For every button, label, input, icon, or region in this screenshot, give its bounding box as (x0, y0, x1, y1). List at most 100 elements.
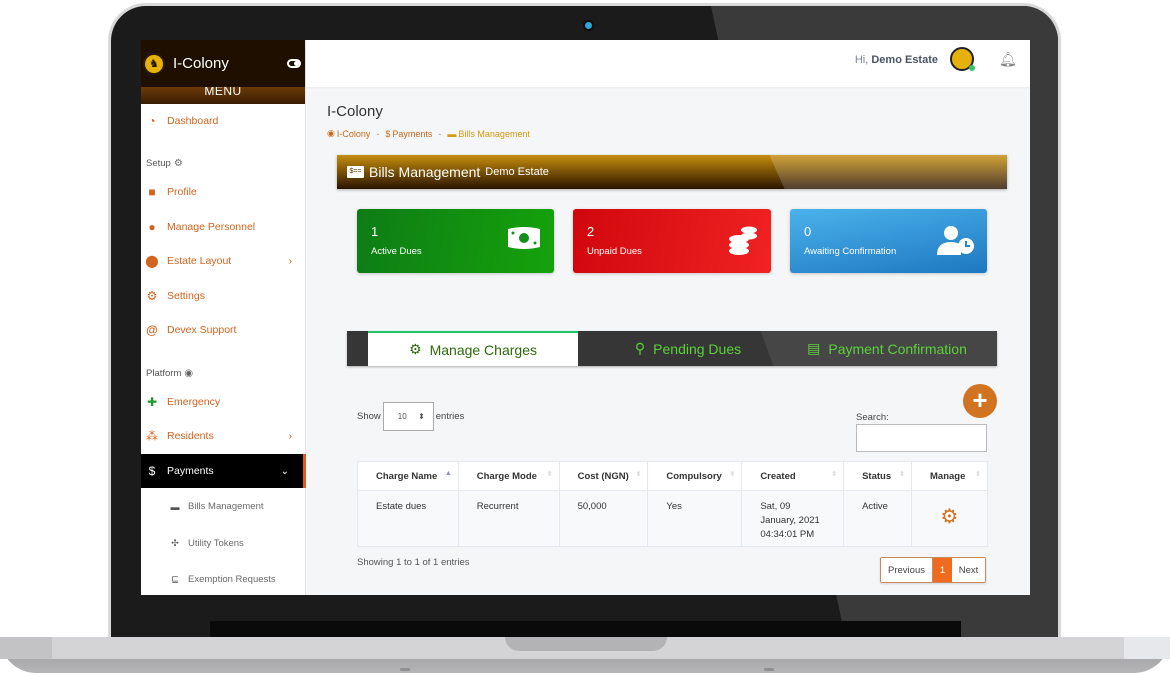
dashboard-icon: ◔ (148, 114, 156, 128)
previous-page-button[interactable]: Previous (881, 558, 933, 582)
sidebar-item-emergency[interactable]: ✚ Emergency (141, 391, 306, 413)
sidebar-subitem-label: Exemption Requests (188, 574, 276, 585)
section-setup: Setup ⚙ (146, 158, 183, 169)
greeting-text: Hi, (854, 54, 869, 66)
chevron-down-icon: ⌄ (280, 465, 289, 477)
page-length-select[interactable]: 10 ⬍ (382, 402, 434, 431)
breadcrumb: ◉ I-Colony - $ Payments - ▬ Bills Manage… (327, 128, 530, 139)
column-header-charge-mode[interactable]: Charge Mode ⬍ (457, 461, 560, 491)
stat-label: Unpaid Dues (587, 246, 642, 257)
table-header-row: Charge Name ▲ Charge Mode ⬍ Cost (NGN) ⬍ Co… (357, 461, 988, 491)
sidebar-item-profile[interactable]: ■ Profile (141, 181, 306, 203)
sort-icon: ⬍ (975, 471, 981, 478)
banner-title-text: Bills Management (369, 164, 481, 180)
topbar: Hi, Demo Estate 🔔︎ (306, 40, 1030, 87)
globe-icon: ◉ (184, 368, 194, 379)
sidebar-item-estate-layout[interactable]: ⬤ Estate Layout › (141, 250, 306, 272)
sort-icon: ⬍ (729, 471, 736, 478)
page-1-button[interactable]: 1 (933, 558, 952, 582)
laptop-base-left (0, 637, 52, 659)
user-greeting[interactable]: Hi, Demo Estate (855, 54, 938, 66)
add-charge-button[interactable]: + (963, 384, 997, 418)
column-label: Status (862, 470, 892, 482)
next-page-button[interactable]: Next (952, 558, 985, 582)
brand-logo: ♞ (143, 52, 165, 75)
cell-manage: ⚙ (911, 490, 988, 547)
sort-icon: ⬍ (635, 471, 642, 478)
page-title: I-Colony (327, 103, 383, 120)
credit-card-icon: ▤ (807, 340, 821, 356)
at-icon: @ (146, 323, 158, 337)
stat-value: 2 (587, 224, 595, 239)
sort-icon: ⬍ (831, 471, 838, 478)
breadcrumb-item[interactable]: ◉ I-Colony (327, 128, 370, 139)
hand-holding-dollar-icon: $ (385, 128, 391, 139)
column-header-status[interactable]: Status ⬍ (843, 461, 913, 491)
search-label: Search: (856, 412, 889, 423)
sort-asc-icon: ▲ (444, 470, 452, 477)
column-header-compulsory[interactable]: Compulsory ⬍ (647, 461, 743, 491)
ambulance-icon: ✚ (146, 395, 158, 409)
sidebar-item-label: Dashboard (167, 115, 219, 127)
sidebar-item-residents[interactable]: ⁂ Residents › (141, 425, 306, 447)
search-dollar-icon: ⚲ (634, 340, 646, 356)
sidebar-subitem-label: Utility Tokens (188, 538, 244, 549)
section-label: Platform (146, 368, 182, 379)
sidebar-item-label: Residents (167, 430, 214, 442)
created-date-line: Sat, 09 (760, 501, 791, 512)
sidebar-item-settings[interactable]: ⚙ Settings (141, 285, 306, 307)
stat-card-unpaid-dues[interactable]: 2 Unpaid Dues (573, 209, 771, 273)
sidebar-item-label: Estate Layout (167, 255, 232, 267)
sidebar-item-label: Settings (167, 290, 205, 302)
tab-payment-confirmation[interactable]: ▤ Payment Confirmation (777, 331, 997, 366)
coins-icon (727, 225, 759, 261)
stat-card-active-dues[interactable]: 1 Active Dues (357, 209, 554, 273)
money-bill-icon (506, 225, 542, 257)
cell-compulsory: Yes (647, 490, 743, 547)
map-marker-icon: ⬤ (145, 254, 159, 268)
gear-icon: ⚙ (146, 289, 158, 303)
sort-icon: ⬍ (546, 471, 553, 478)
column-header-cost[interactable]: Cost (NGN) ⬍ (558, 461, 649, 491)
breadcrumb-item[interactable]: $ Payments (385, 129, 432, 139)
sidebar-item-dashboard[interactable]: ◔ Dashboard (141, 110, 306, 132)
sidebar-subitem-exemption-requests[interactable]: ⊑ Exemption Requests (169, 574, 276, 585)
sidebar-subitem-bills-management[interactable]: ▬ Bills Management (169, 501, 264, 512)
user-name: Demo Estate (871, 54, 938, 66)
cell-created: Sat, 09 January, 2021 04:34:01 PM (741, 490, 845, 547)
tab-label: Pending Dues (653, 340, 742, 357)
gear-icon[interactable]: ⚙ (941, 506, 959, 528)
money-bill-icon: ▬ (447, 128, 457, 139)
column-label: Cost (NGN) (577, 470, 629, 482)
search-input[interactable] (856, 424, 987, 452)
sidebar-subitem-utility-tokens[interactable]: ✣ Utility Tokens (169, 538, 244, 549)
column-header-created[interactable]: Created ⬍ (741, 461, 845, 491)
cell-charge-mode: Recurrent (457, 490, 560, 547)
sidebar-toggle-icon[interactable] (287, 59, 301, 68)
table-row: Estate dues Recurrent 50,000 Yes Sat, 09… (357, 490, 988, 547)
briefcase-icon: ■ (148, 185, 156, 199)
column-header-manage[interactable]: Manage ⬍ (911, 461, 988, 491)
entries-label: entries (435, 411, 465, 422)
column-label: Manage (930, 470, 966, 482)
user-clock-icon (937, 225, 975, 261)
tab-label: Payment Confirmation (828, 340, 967, 357)
breadcrumb-separator: - (376, 128, 380, 139)
sort-updown-icon: ⬍ (418, 412, 425, 421)
gear-icon: ⚙ (173, 158, 183, 169)
stat-card-awaiting-confirmation[interactable]: 0 Awaiting Confirmation (790, 209, 987, 273)
camera (585, 22, 592, 29)
banner-glare (769, 155, 1007, 189)
laptop-base-right (1124, 637, 1170, 659)
sidebar-item-payments[interactable]: $ Payments ⌄ (141, 454, 306, 488)
sidebar-item-manage-personnel[interactable]: ● Manage Personnel (141, 216, 306, 238)
column-header-charge-name[interactable]: Charge Name ▲ (357, 461, 459, 491)
page-length-value: 10 (397, 412, 407, 421)
bell-icon[interactable]: 🔔︎ (999, 51, 1017, 67)
pagination: Previous 1 Next (880, 557, 986, 583)
laptop-foot (764, 668, 774, 671)
tab-manage-charges[interactable]: ⚙ Manage Charges (368, 331, 578, 366)
laptop-foot (400, 668, 410, 671)
sidebar-item-devex-support[interactable]: @ Devex Support (141, 319, 306, 341)
tab-pending-dues[interactable]: ⚲ Pending Dues (578, 331, 798, 366)
